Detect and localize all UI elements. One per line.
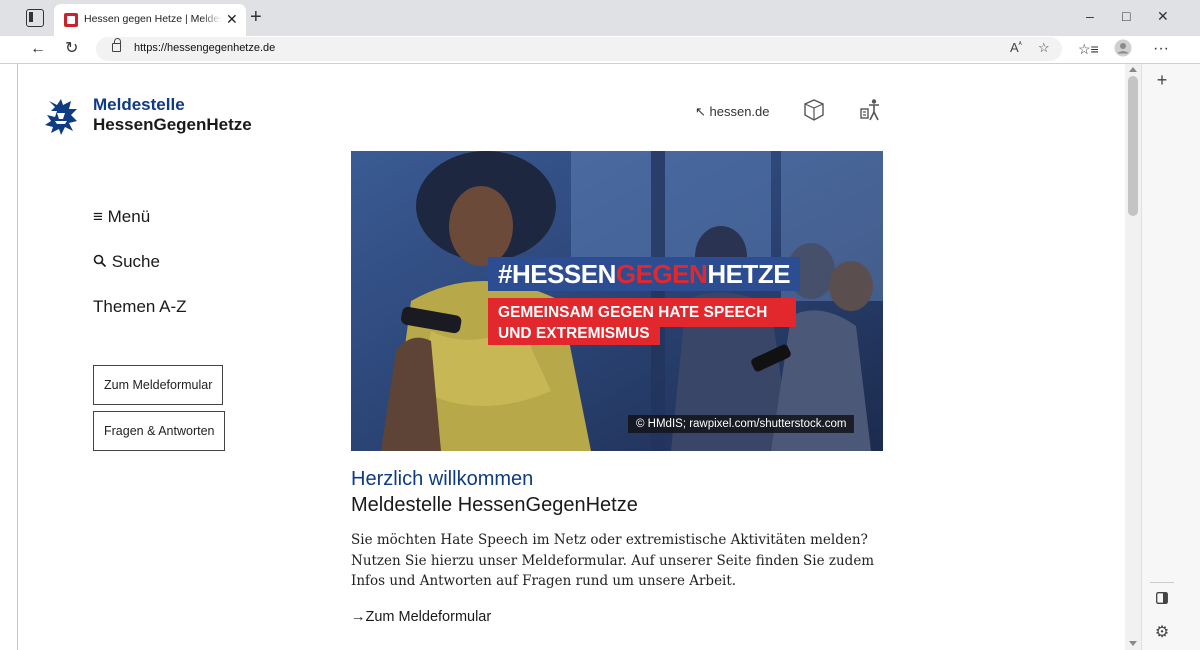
logo-title-line2[interactable]: HessenGegenHetze	[93, 115, 252, 135]
scroll-up-arrow-icon[interactable]	[1129, 67, 1137, 72]
address-bar[interactable]: https://hessengegenhetze.de Aᴬ ☆	[96, 37, 1062, 61]
accessibility-icon[interactable]	[860, 98, 882, 122]
logo-title-line1[interactable]: Meldestelle	[93, 95, 185, 115]
settings-gear-icon[interactable]: ⚙	[1142, 622, 1182, 642]
page-viewport: Meldestelle HessenGegenHetze ↖ hessen.de…	[17, 64, 1125, 650]
new-tab-button[interactable]: +	[250, 7, 262, 27]
themen-a-z-link[interactable]: Themen A-Z	[93, 297, 187, 317]
meldeformular-link[interactable]: →Zum Meldeformular	[351, 609, 491, 625]
close-window-button[interactable]: ✕	[1157, 6, 1169, 26]
side-panel-divider	[1150, 582, 1174, 583]
read-aloud-icon[interactable]: Aᴬ	[1010, 40, 1022, 55]
hero-hashtag: #HESSENGEGENHETZE	[488, 257, 801, 291]
tab-title: Hessen gegen Hetze | Meldestelle	[84, 13, 222, 25]
more-options-icon[interactable]: ···	[1153, 39, 1169, 59]
welcome-subtitle: Meldestelle HessenGegenHetze	[351, 494, 638, 516]
search-button[interactable]: Suche	[93, 252, 160, 272]
hashtag-part-hetze: HETZE	[707, 259, 791, 289]
reload-icon[interactable]: ↻	[65, 39, 78, 59]
hashtag-part-hessen: #HESSEN	[498, 259, 616, 289]
hero-image: #HESSENGEGENHETZE GEMEINSAM GEGEN HATE S…	[351, 151, 883, 451]
maximize-button[interactable]: □	[1122, 6, 1130, 26]
search-label: Suche	[111, 252, 160, 271]
lock-icon[interactable]	[112, 38, 121, 52]
fragen-antworten-button[interactable]: Fragen & Antworten	[93, 411, 226, 451]
hessen-de-link[interactable]: ↖ hessen.de	[695, 104, 770, 120]
favorites-list-icon[interactable]: ☆≡	[1078, 39, 1099, 59]
favorite-star-icon[interactable]: ☆	[1038, 40, 1050, 56]
scroll-down-arrow-icon[interactable]	[1129, 641, 1137, 646]
page-scrollbar[interactable]	[1125, 64, 1141, 650]
back-arrow-icon[interactable]: ←	[30, 39, 46, 59]
minimize-button[interactable]: –	[1086, 6, 1094, 26]
search-icon	[93, 254, 107, 268]
menu-button[interactable]: ≡ Menü	[93, 207, 150, 227]
welcome-body-text: Sie möchten Hate Speech im Netz oder ext…	[351, 532, 875, 589]
browser-toolbar: ← ↻ https://hessengegenhetze.de Aᴬ ☆ ☆≡ …	[0, 36, 1200, 64]
hide-sidebar-icon[interactable]	[1142, 591, 1182, 609]
url-text[interactable]: https://hessengegenhetze.de	[134, 42, 275, 54]
hero-claim-text1: GEMEINSAM GEGEN HATE SPEECH	[498, 304, 768, 321]
hashtag-part-gegen: GEGEN	[615, 259, 708, 289]
hero-claim-line2: UND EXTREMISMUS	[488, 322, 660, 345]
meldeformular-button[interactable]: Zum Meldeformular	[93, 365, 224, 405]
image-credit: © HMdIS; rawpixel.com/shutterstock.com	[628, 415, 855, 433]
tab-close-icon[interactable]: ✕	[226, 11, 238, 27]
easy-language-icon[interactable]	[803, 98, 825, 122]
profile-avatar-icon[interactable]	[1114, 39, 1132, 63]
browser-tab-bar: Hessen gegen Hetze | Meldestelle ✕ + – □…	[0, 0, 1200, 36]
site-favicon-icon	[64, 13, 78, 27]
add-sidebar-app-icon[interactable]: +	[1142, 70, 1182, 91]
tab-actions-icon[interactable]	[26, 9, 44, 27]
browser-side-panel: + ⚙	[1141, 64, 1200, 650]
welcome-title: Herzlich willkommen	[351, 468, 534, 490]
browser-tab-active[interactable]: Hessen gegen Hetze | Meldestelle ✕	[54, 4, 246, 36]
hessen-lion-icon[interactable]	[43, 97, 79, 137]
scroll-thumb[interactable]	[1128, 76, 1138, 216]
